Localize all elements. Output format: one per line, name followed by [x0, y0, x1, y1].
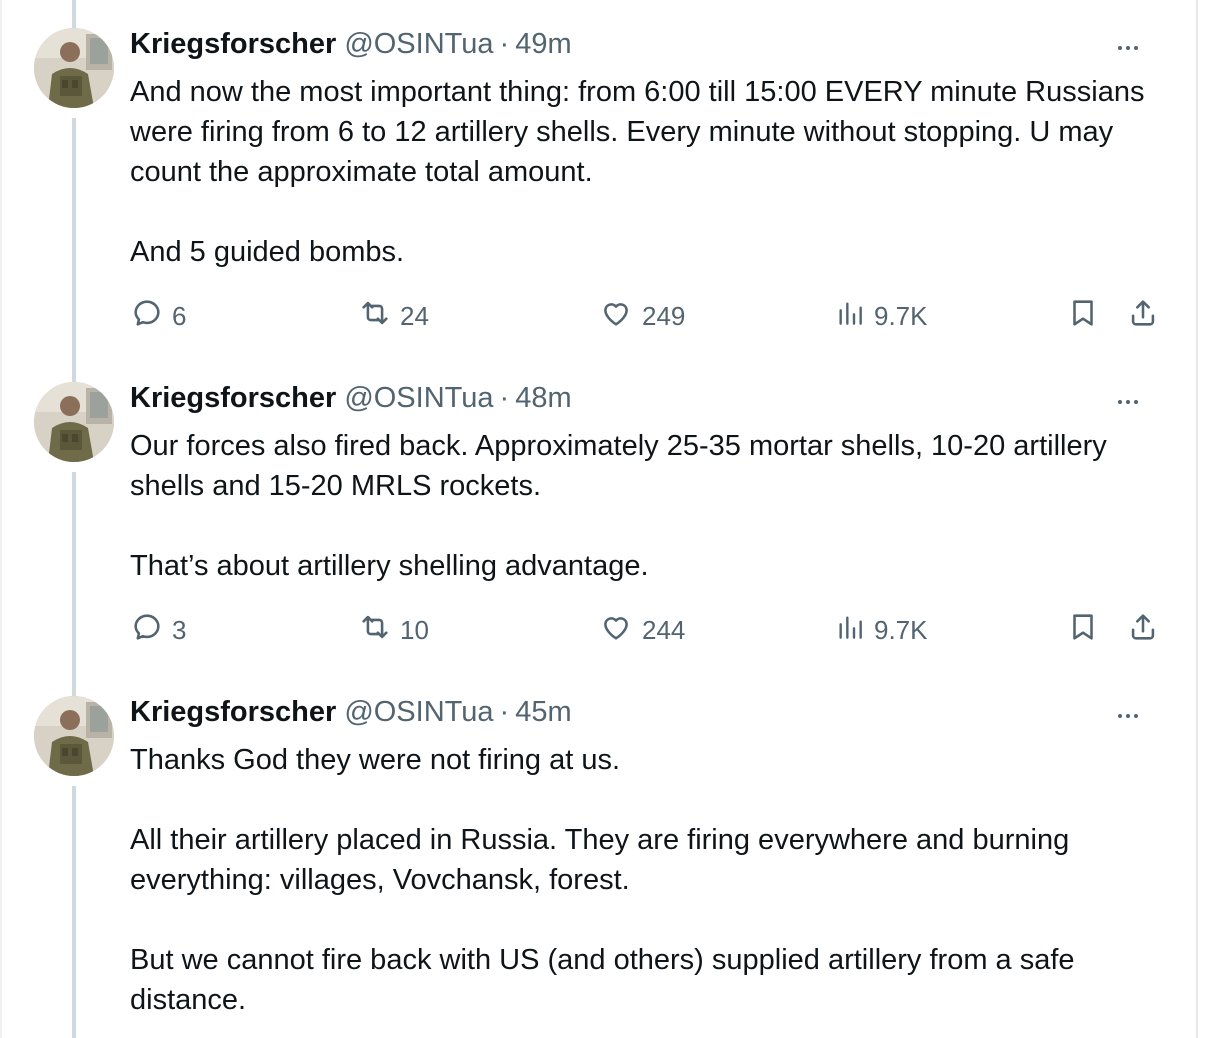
- views-button[interactable]: 9.7K: [834, 296, 928, 336]
- timestamp[interactable]: 45m: [515, 696, 571, 729]
- repost-button[interactable]: 10: [358, 610, 429, 650]
- reply-icon: [130, 296, 164, 337]
- tweet-paragraph: Our forces also fired back. Approximatel…: [130, 430, 1107, 502]
- tweet-text: And now the most important thing: from 6…: [130, 72, 1170, 272]
- repost-icon: [358, 610, 392, 651]
- more-icon[interactable]: [1108, 390, 1148, 414]
- reply-count: 3: [172, 614, 187, 645]
- separator-dot: ·: [499, 28, 510, 60]
- reply-icon: [130, 610, 164, 651]
- views-icon: [834, 296, 866, 337]
- tweet-header: Kriegsforscher @OSINTua · 49m: [130, 28, 572, 64]
- like-count: 244: [642, 614, 686, 645]
- tweet-paragraph: And now the most important thing: from 6…: [130, 76, 1145, 188]
- bookmark-icon: [1066, 296, 1100, 337]
- reply-button[interactable]: 6: [130, 296, 186, 336]
- like-count: 249: [642, 300, 686, 331]
- avatar[interactable]: [34, 28, 114, 108]
- repost-count: 10: [400, 614, 429, 645]
- action-bar: 3 10 244 9.7K: [130, 610, 1170, 650]
- author-name[interactable]: Kriegsforscher: [130, 696, 336, 729]
- tweet-paragraph: And 5 guided bombs.: [130, 236, 405, 268]
- tweet-header: Kriegsforscher @OSINTua · 48m: [130, 382, 572, 418]
- author-handle[interactable]: @OSINTua: [344, 696, 493, 729]
- views-count: 9.7K: [874, 614, 928, 645]
- tweet-header: Kriegsforscher @OSINTua · 45m: [130, 696, 572, 732]
- tweet-text: Our forces also fired back. Approximatel…: [130, 426, 1170, 586]
- author-handle[interactable]: @OSINTua: [344, 382, 493, 415]
- tweet-paragraph: All their artillery placed in Russia. Th…: [130, 824, 1070, 896]
- reply-count: 6: [172, 300, 187, 331]
- tweet-text: Thanks God they were not firing at us. A…: [130, 740, 1170, 1020]
- repost-count: 24: [400, 300, 429, 331]
- author-handle[interactable]: @OSINTua: [344, 28, 493, 61]
- tweet[interactable]: Kriegsforscher @OSINTua · 49m And now th…: [0, 0, 1196, 360]
- bookmark-icon: [1066, 610, 1100, 651]
- author-name[interactable]: Kriegsforscher: [130, 28, 336, 61]
- separator-dot: ·: [499, 382, 510, 414]
- separator-dot: ·: [499, 696, 510, 728]
- heart-icon: [598, 296, 634, 337]
- more-icon[interactable]: [1108, 36, 1148, 60]
- like-button[interactable]: 249: [598, 296, 685, 336]
- tweet-paragraph: Thanks God they were not firing at us.: [130, 744, 621, 776]
- repost-button[interactable]: 24: [358, 296, 429, 336]
- tweet[interactable]: Kriegsforscher @OSINTua · 45m Thanks God…: [0, 680, 1196, 1038]
- share-icon: [1126, 296, 1160, 337]
- tweet-paragraph: That’s about artillery shelling advantag…: [130, 550, 649, 582]
- timestamp[interactable]: 49m: [515, 28, 571, 61]
- action-bar: 6 24 249 9.7K: [130, 296, 1170, 336]
- author-name[interactable]: Kriegsforscher: [130, 382, 336, 415]
- tweet-paragraph: But we cannot fire back with US (and oth…: [130, 944, 1075, 1016]
- tweet[interactable]: Kriegsforscher @OSINTua · 48m Our forces…: [0, 360, 1196, 680]
- share-icon: [1126, 610, 1160, 651]
- views-button[interactable]: 9.7K: [834, 610, 928, 650]
- views-count: 9.7K: [874, 300, 928, 331]
- avatar[interactable]: [34, 382, 114, 462]
- share-button[interactable]: [1126, 296, 1160, 336]
- like-button[interactable]: 244: [598, 610, 685, 650]
- more-icon[interactable]: [1108, 704, 1148, 728]
- avatar[interactable]: [34, 696, 114, 776]
- heart-icon: [598, 610, 634, 651]
- reply-button[interactable]: 3: [130, 610, 186, 650]
- share-button[interactable]: [1126, 610, 1160, 650]
- views-icon: [834, 610, 866, 651]
- bookmark-button[interactable]: [1066, 610, 1100, 650]
- bookmark-button[interactable]: [1066, 296, 1100, 336]
- repost-icon: [358, 296, 392, 337]
- timestamp[interactable]: 48m: [515, 382, 571, 415]
